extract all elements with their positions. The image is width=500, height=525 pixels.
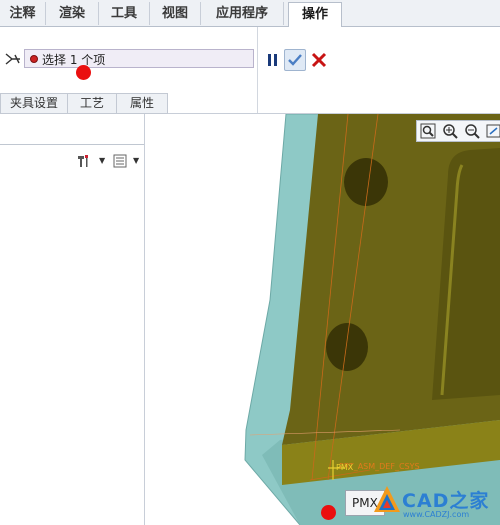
graphics-viewport[interactable] — [145, 114, 500, 525]
tree-settings-icon[interactable] — [112, 153, 128, 169]
annotation-marker — [76, 65, 91, 80]
tree-tools-icon[interactable] — [76, 153, 92, 169]
refit-icon[interactable] — [420, 123, 436, 139]
watermark-brand: CAD之家 — [402, 490, 490, 512]
model-tree-panel: ▼ ▼ — [0, 114, 145, 525]
view-toolbar — [416, 120, 500, 142]
confirm-button[interactable] — [284, 49, 306, 71]
subtab-fixture-setup[interactable]: 夹具设置 — [0, 93, 68, 114]
tab-operations[interactable]: 操作 — [288, 2, 342, 28]
select-constraint-icon[interactable] — [4, 51, 22, 67]
tab-tools[interactable]: 工具 — [99, 2, 150, 25]
part-model[interactable] — [145, 114, 500, 525]
chevron-down-icon[interactable]: ▼ — [133, 156, 139, 165]
zoom-out-icon[interactable] — [464, 123, 480, 139]
selection-collector[interactable]: 选择 1 个项 — [24, 49, 254, 68]
annotation-marker — [321, 505, 336, 520]
selection-count-text: 选择 1 个项 — [42, 53, 106, 67]
cancel-icon[interactable] — [308, 49, 330, 71]
collector-active-icon — [30, 55, 38, 63]
chevron-down-icon[interactable]: ▼ — [99, 156, 105, 165]
csys-marker-label: PMX — [336, 463, 354, 472]
panel-divider — [0, 144, 144, 145]
watermark-url: www.CADZJ.com — [403, 510, 470, 519]
tab-view[interactable]: 视图 — [150, 2, 201, 25]
pause-icon[interactable] — [262, 49, 284, 71]
subtab-properties[interactable]: 属性 — [116, 93, 168, 114]
checkmark-icon — [288, 54, 302, 66]
tab-annotate[interactable]: 注释 — [0, 2, 46, 25]
repaint-icon[interactable] — [486, 123, 500, 139]
tab-render[interactable]: 渲染 — [46, 2, 99, 25]
cad-logo-icon — [374, 486, 400, 512]
ribbon-panel: 选择 1 个项 夹具设置 工艺 属性 — [0, 27, 500, 114]
zoom-in-icon[interactable] — [442, 123, 458, 139]
subtab-process[interactable]: 工艺 — [67, 93, 117, 114]
ribbon-divider — [257, 27, 258, 113]
ribbon-tab-bar: 注释 渲染 工具 视图 应用程序 操作 — [0, 0, 500, 28]
tab-applications[interactable]: 应用程序 — [201, 2, 284, 25]
